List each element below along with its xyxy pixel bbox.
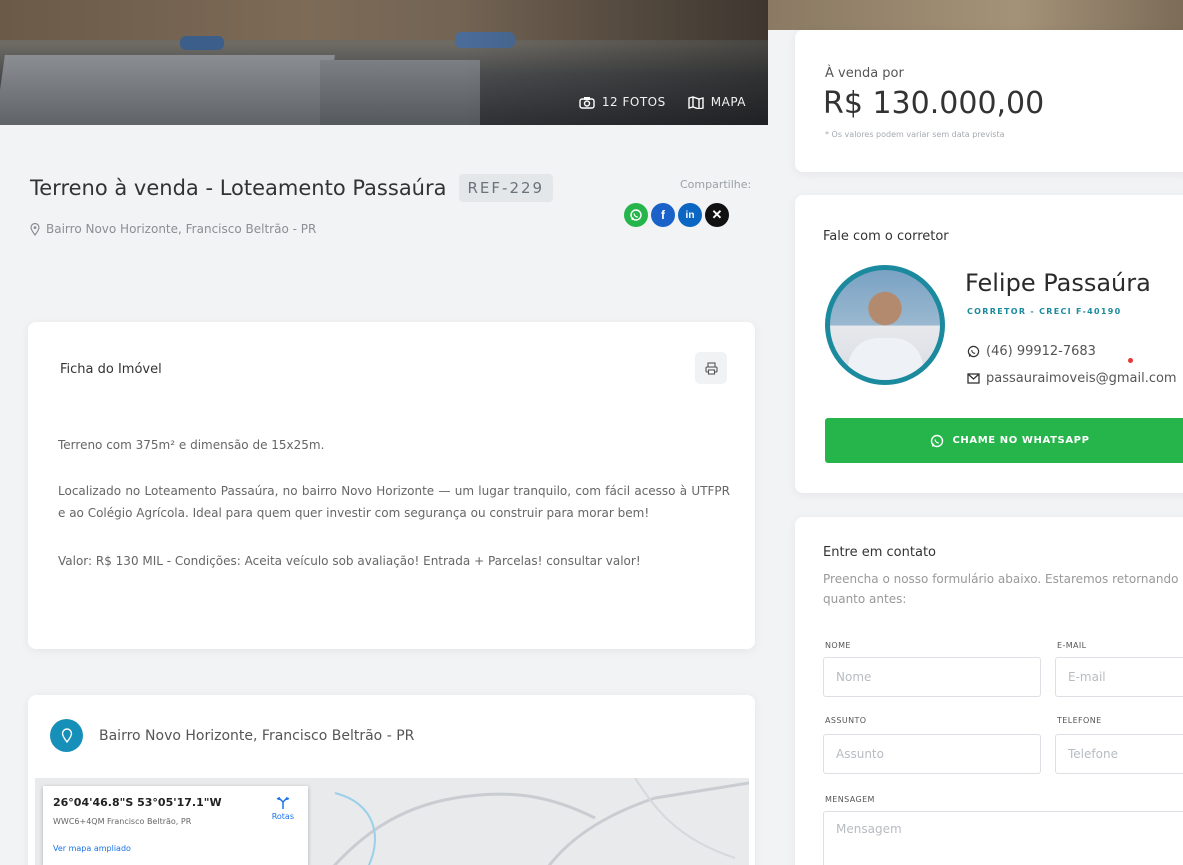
broker-avatar xyxy=(825,265,945,385)
map-info-box: 26°04'46.8"S 53°05'17.1"W WWC6+4QM Franc… xyxy=(43,786,308,865)
contact-heading: Entre em contato xyxy=(823,545,936,560)
x-icon: ✕ xyxy=(711,207,723,222)
routes-label: Rotas xyxy=(271,812,294,821)
hero-links: 12 FOTOS MAPA xyxy=(579,95,746,109)
linkedin-share-button[interactable]: in xyxy=(678,203,702,227)
directions-icon xyxy=(276,796,290,809)
map-label: MAPA xyxy=(710,95,746,109)
share-label: Compartilhe: xyxy=(680,178,752,191)
view-larger-map-link[interactable]: Ver mapa ampliado xyxy=(53,844,298,853)
x-share-button[interactable]: ✕ xyxy=(705,203,729,227)
map-icon xyxy=(688,95,704,109)
whatsapp-icon xyxy=(931,434,944,447)
facebook-share-button[interactable]: f xyxy=(651,203,675,227)
camera-icon xyxy=(579,96,595,109)
location-address: Bairro Novo Horizonte, Francisco Beltrão… xyxy=(99,727,415,744)
price-label: À venda por xyxy=(825,66,904,81)
share-buttons: f in ✕ xyxy=(624,203,729,227)
details-paragraph: Valor: R$ 130 MIL - Condições: Aceita ve… xyxy=(58,554,641,568)
envelope-icon xyxy=(967,373,980,384)
whatsapp-button-label: CHAME NO WHATSAPP xyxy=(952,435,1090,446)
broker-card: Fale com o corretor Felipe Passaúra CORR… xyxy=(795,195,1183,493)
hero-photo-right xyxy=(768,0,1183,30)
property-details-card: Ficha do Imóvel Terreno com 375m² e dime… xyxy=(28,322,755,649)
routes-button[interactable]: Rotas xyxy=(272,796,294,821)
broker-email[interactable]: passauraimoveis@gmail.com xyxy=(967,371,1177,386)
broker-creci: CORRETOR - CRECI F-40190 xyxy=(967,307,1122,316)
email-label: E-MAIL xyxy=(1057,641,1087,650)
name-label: NOME xyxy=(825,641,851,650)
property-address: Bairro Novo Horizonte, Francisco Beltrão… xyxy=(30,222,316,236)
subject-input[interactable] xyxy=(823,734,1041,774)
broker-phone[interactable]: (46) 99912-7683 xyxy=(967,344,1096,359)
broker-name: Felipe Passaúra xyxy=(965,269,1151,297)
photos-label: 12 FOTOS xyxy=(601,95,666,109)
details-paragraph: Terreno com 375m² e dimensão de 15x25m. xyxy=(58,438,325,452)
contact-subtitle: Preencha o nosso formulário abaixo. Esta… xyxy=(823,572,1183,606)
location-pin-icon xyxy=(30,222,40,236)
broker-phone-text: (46) 99912-7683 xyxy=(986,344,1096,359)
property-title-row: Terreno à venda - Loteamento Passaúra RE… xyxy=(30,174,554,202)
details-paragraph: Localizado no Loteamento Passaúra, no ba… xyxy=(58,484,730,520)
email-input[interactable] xyxy=(1055,657,1183,697)
whatsapp-icon xyxy=(967,345,980,358)
price-note: * Os valores podem variar sem data previ… xyxy=(825,130,1005,139)
linkedin-icon: in xyxy=(685,209,695,221)
location-card: Bairro Novo Horizonte, Francisco Beltrão… xyxy=(28,695,755,865)
price-value: R$ 130.000,00 xyxy=(823,86,1045,121)
name-input[interactable] xyxy=(823,657,1041,697)
phone-input[interactable] xyxy=(1055,734,1183,774)
contact-form-card: Entre em contato Preencha o nosso formul… xyxy=(795,517,1183,865)
photos-link[interactable]: 12 FOTOS xyxy=(579,95,666,109)
print-icon xyxy=(704,361,718,375)
message-textarea[interactable] xyxy=(823,811,1183,865)
facebook-icon: f xyxy=(661,208,665,222)
ref-badge: REF-229 xyxy=(458,174,554,202)
address-text: Bairro Novo Horizonte, Francisco Beltrão… xyxy=(46,222,317,236)
status-dot xyxy=(1128,358,1133,363)
details-title: Ficha do Imóvel xyxy=(60,362,162,377)
whatsapp-icon xyxy=(630,209,642,221)
phone-label: TELEFONE xyxy=(1057,716,1102,725)
price-card: À venda por R$ 130.000,00 * Os valores p… xyxy=(795,30,1183,172)
subject-label: ASSUNTO xyxy=(825,716,867,725)
page-title: Terreno à venda - Loteamento Passaúra xyxy=(30,176,447,200)
whatsapp-contact-button[interactable]: CHAME NO WHATSAPP xyxy=(825,418,1183,463)
print-button[interactable] xyxy=(695,352,727,384)
embedded-map[interactable]: 26°04'46.8"S 53°05'17.1"W WWC6+4QM Franc… xyxy=(35,778,749,865)
broker-heading: Fale com o corretor xyxy=(823,229,949,244)
map-link[interactable]: MAPA xyxy=(688,95,746,109)
whatsapp-share-button[interactable] xyxy=(624,203,648,227)
map-plus-code: WWC6+4QM Francisco Beltrão, PR xyxy=(53,817,192,826)
location-header: Bairro Novo Horizonte, Francisco Beltrão… xyxy=(50,719,414,752)
map-coordinates: 26°04'46.8"S 53°05'17.1"W xyxy=(53,796,222,809)
message-label: MENSAGEM xyxy=(825,795,875,804)
broker-email-text: passauraimoveis@gmail.com xyxy=(986,371,1177,386)
hero-photo[interactable]: 12 FOTOS MAPA xyxy=(0,0,768,125)
location-pin-icon xyxy=(50,719,83,752)
